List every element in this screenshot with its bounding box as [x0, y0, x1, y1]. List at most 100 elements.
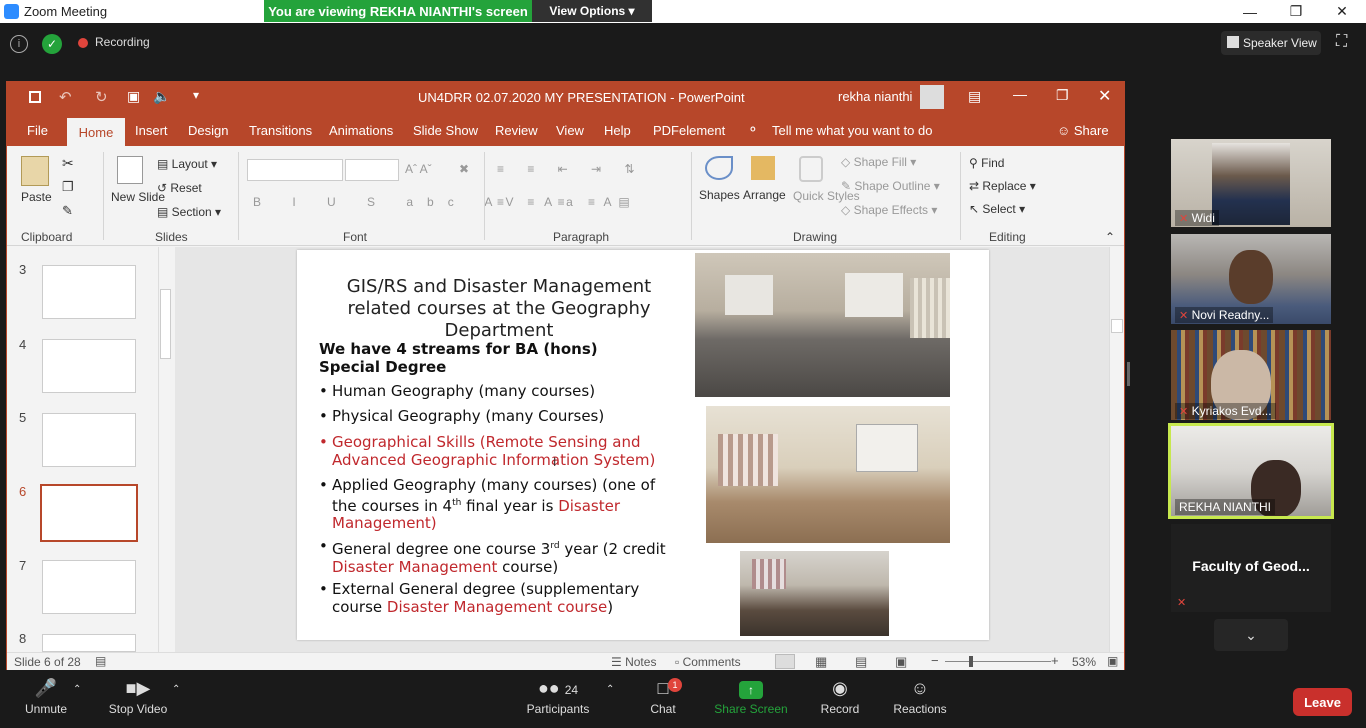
sorter-view-icon[interactable]: ▦ — [815, 654, 827, 670]
audio-options-icon[interactable]: ⌃ — [73, 684, 81, 695]
tab-slide-show[interactable]: Slide Show — [413, 123, 478, 138]
thumb-scroll-handle[interactable] — [160, 289, 171, 359]
accessibility-icon[interactable]: ▤ — [95, 654, 106, 668]
notes-button[interactable]: ☰ Notes — [611, 655, 656, 669]
minimize-icon[interactable]: — — [1227, 0, 1273, 23]
arrange-icon[interactable] — [751, 156, 775, 180]
canvas-scrollbar[interactable] — [1109, 247, 1124, 652]
paste-icon[interactable] — [21, 156, 49, 186]
tab-help[interactable]: Help — [604, 123, 631, 138]
new-slide-icon[interactable] — [117, 156, 143, 184]
user-name[interactable]: rekha nianthi — [838, 89, 912, 104]
restore-icon[interactable]: ❐ — [1273, 0, 1319, 23]
leave-button[interactable]: Leave — [1293, 688, 1352, 716]
ppt-minimize-icon[interactable]: — — [1013, 86, 1027, 102]
copy-icon[interactable]: ❐ — [62, 179, 74, 195]
redo-icon[interactable]: ↻ — [95, 88, 108, 106]
shield-icon[interactable]: ✓ — [42, 34, 62, 54]
new-slide-button[interactable]: New Slide — [111, 190, 165, 205]
speaker-icon[interactable]: 🔈 — [153, 88, 170, 105]
shapes-button[interactable]: Shapes — [699, 188, 740, 202]
panel-resize-handle[interactable] — [1127, 362, 1130, 386]
font-name-select[interactable] — [247, 159, 343, 181]
thumb-slide-selected[interactable] — [40, 484, 138, 542]
thumb-slide[interactable] — [42, 634, 136, 652]
slide[interactable]: GIS/RS and Disaster Management related c… — [297, 250, 989, 640]
participants-options-icon[interactable]: ⌃ — [606, 684, 614, 695]
select-button[interactable]: ↖ Select ▾ — [969, 202, 1025, 216]
zoom-in-icon[interactable]: + — [1051, 653, 1059, 668]
customize-icon[interactable]: ▾ — [193, 88, 199, 102]
chevron-down-icon[interactable]: ⌄ — [1214, 619, 1288, 651]
ppt-restore-icon[interactable]: ❐ — [1056, 87, 1069, 104]
font-size-select[interactable] — [345, 159, 399, 181]
save-icon[interactable] — [29, 91, 41, 103]
quick-styles-button[interactable]: Quick Styles — [793, 188, 860, 204]
reset-button[interactable]: ↺ Reset — [157, 181, 202, 195]
align-icons[interactable]: ≡ ≡ ≡ ≡ ▤ — [497, 195, 640, 209]
tab-file[interactable]: File — [27, 123, 48, 138]
tab-transitions[interactable]: Transitions — [249, 123, 312, 138]
tab-review[interactable]: Review — [495, 123, 538, 138]
avatar[interactable] — [920, 85, 944, 109]
participant-video-active[interactable]: REKHA NIANTHI — [1168, 423, 1334, 519]
info-icon[interactable]: i — [10, 35, 28, 53]
normal-view-icon[interactable] — [775, 654, 795, 669]
tab-animations[interactable]: Animations — [329, 123, 393, 138]
collapse-ribbon-icon[interactable]: ⌃ — [1105, 230, 1115, 244]
participant-tile[interactable]: Faculty of Geod... ✕ — [1171, 524, 1331, 612]
record-button[interactable]: ◉ Record — [800, 678, 880, 716]
ppt-close-icon[interactable]: ✕ — [1098, 86, 1111, 106]
thumb-slide[interactable] — [42, 560, 136, 614]
participant-video[interactable]: ✕ Widi — [1171, 139, 1331, 227]
list-icons[interactable]: ≡ ≡ ⇤ ⇥ ⇅ — [497, 162, 645, 176]
grow-font-icon[interactable]: Aˆ Aˇ — [405, 162, 432, 176]
quick-styles-icon[interactable] — [799, 156, 823, 182]
undo-icon[interactable]: ↶ — [59, 88, 72, 106]
paste-button[interactable]: Paste — [21, 190, 52, 204]
shape-outline-button[interactable]: ✎ Shape Outline ▾ — [841, 179, 940, 193]
participant-video[interactable]: ✕ Kyriakos Evd... — [1171, 330, 1331, 420]
tell-me-search[interactable]: Tell me what you want to do — [772, 123, 932, 138]
layout-button[interactable]: ▤ Layout ▾ — [157, 157, 217, 171]
close-icon[interactable]: ✕ — [1319, 0, 1365, 23]
tab-design[interactable]: Design — [188, 123, 228, 138]
reading-view-icon[interactable]: ▤ — [855, 654, 867, 670]
canvas-scroll-handle[interactable] — [1111, 319, 1123, 333]
video-options-icon[interactable]: ⌃ — [172, 684, 180, 695]
reactions-button[interactable]: ☺ Reactions — [880, 678, 960, 716]
shape-effects-button[interactable]: ◇ Shape Effects ▾ — [841, 203, 937, 217]
thumb-slide[interactable] — [42, 413, 136, 467]
cut-icon[interactable]: ✂ — [62, 155, 74, 172]
arrange-button[interactable]: Arrange — [743, 188, 786, 202]
zoom-level[interactable]: 53% — [1072, 655, 1096, 669]
tab-view[interactable]: View — [556, 123, 584, 138]
thumb-slide[interactable] — [42, 339, 136, 393]
shapes-icon[interactable] — [705, 156, 733, 180]
format-painter-icon[interactable]: ✎ — [62, 203, 73, 219]
zoom-slider-handle[interactable] — [969, 656, 973, 667]
replace-button[interactable]: ⇄ Replace ▾ — [969, 179, 1036, 193]
tab-home[interactable]: Home — [67, 118, 125, 146]
participants-button[interactable]: ●● 24 Participants — [518, 678, 598, 716]
view-options-button[interactable]: View Options ▾ — [532, 0, 652, 22]
shape-fill-button[interactable]: ◇ Shape Fill ▾ — [841, 155, 916, 169]
share-screen-button[interactable]: ↑ Share Screen — [711, 678, 791, 716]
chat-button[interactable]: □ Chat — [623, 678, 703, 716]
fit-slide-icon[interactable]: ▣ — [1107, 654, 1118, 668]
share-button[interactable]: ☺ Share — [1057, 123, 1109, 138]
find-button[interactable]: ⚲ Find — [969, 156, 1004, 170]
tab-insert[interactable]: Insert — [135, 123, 168, 138]
fullscreen-icon[interactable]: ⛶ — [1336, 33, 1347, 51]
comments-button[interactable]: ▫ Comments — [675, 655, 741, 669]
present-icon[interactable]: ▣ — [127, 88, 140, 105]
participant-video[interactable]: ✕ Novi Readny... — [1171, 234, 1331, 324]
tab-pdfelement[interactable]: PDFelement — [653, 123, 725, 138]
section-button[interactable]: ▤ Section ▾ — [157, 205, 221, 219]
stop-video-button[interactable]: ■▶ Stop Video — [98, 678, 178, 716]
zoom-slider[interactable] — [945, 656, 1051, 667]
slideshow-view-icon[interactable]: ▣ — [895, 654, 907, 670]
clear-format-icon[interactable]: ✖ — [459, 162, 469, 176]
thumb-scrollbar[interactable] — [158, 247, 172, 652]
ribbon-display-icon[interactable]: ▤ — [968, 88, 981, 105]
